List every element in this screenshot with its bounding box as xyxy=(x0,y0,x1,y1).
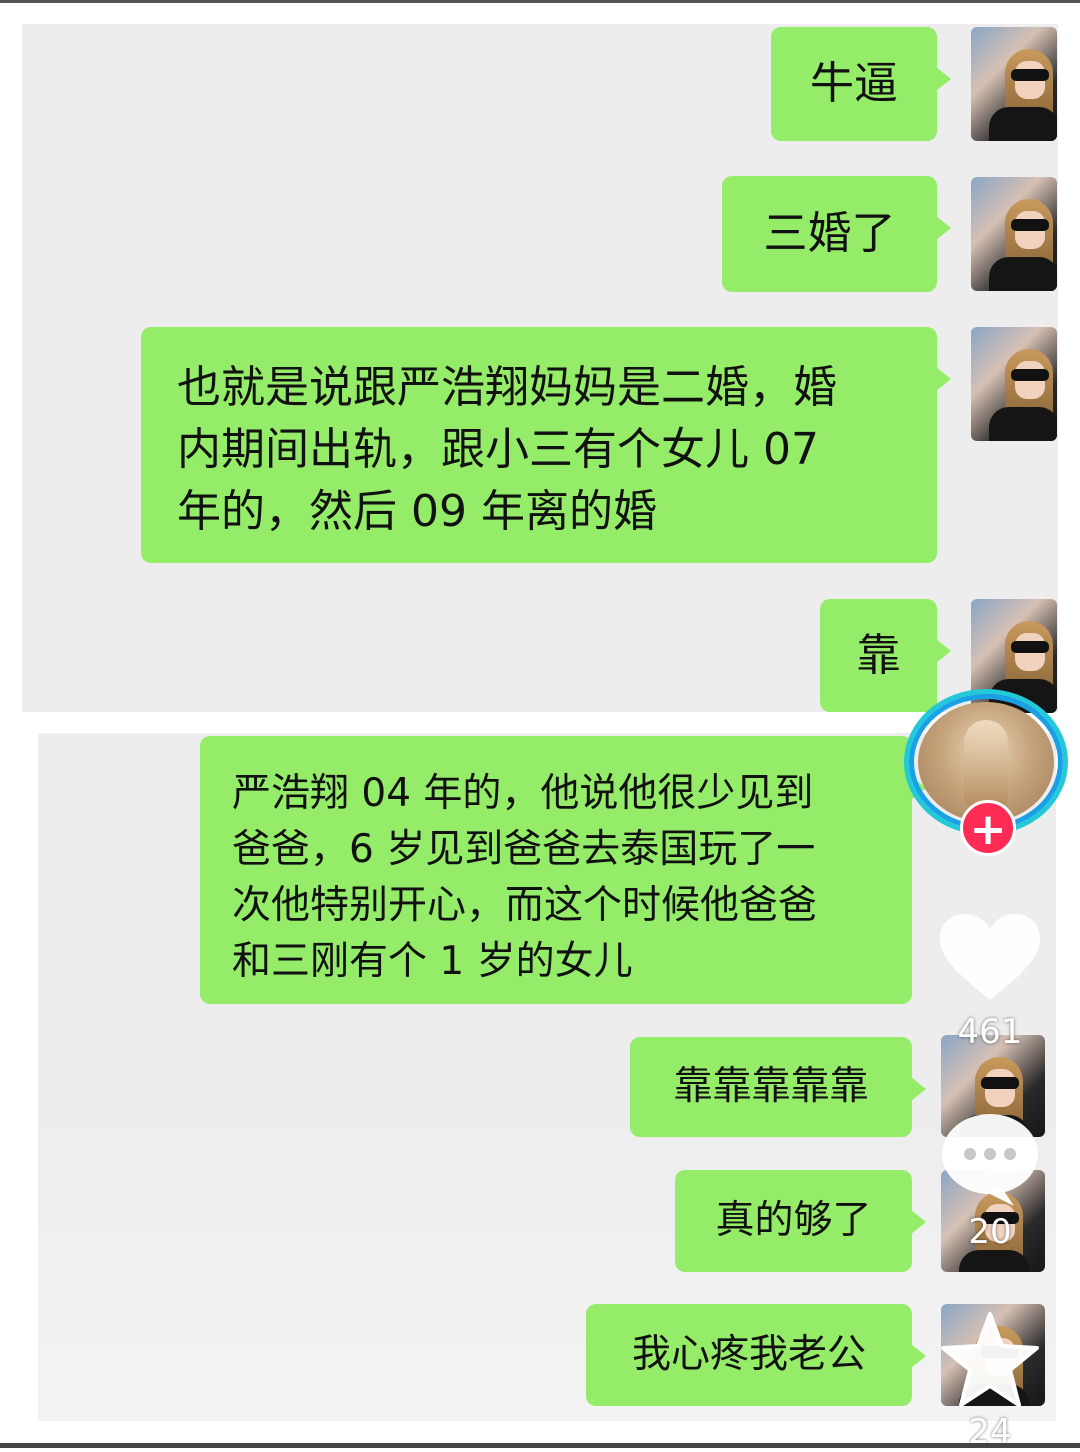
message-line: 次他特别开心，而这个时候他爸爸 xyxy=(232,883,818,928)
message-line: 爸爸，6 岁见到爸爸去泰国玩了一 xyxy=(232,827,816,872)
message-text: 靠 xyxy=(856,629,901,681)
message-bubble: 也就是说跟严浩翔妈妈是二婚，婚 内期间出轨，跟小三有个女儿 07 年的，然后 0… xyxy=(141,327,951,563)
message-line: 也就是说跟严浩翔妈妈是二婚，婚 xyxy=(177,362,837,413)
chat-screenshot-bottom: 严浩翔 04 年的，他说他很少见到 爸爸，6 岁见到爸爸去泰国玩了一 次他特别开… xyxy=(38,733,1056,1421)
avatar[interactable] xyxy=(971,327,1057,441)
plus-icon: + xyxy=(969,804,1007,855)
message-text: 牛逼 xyxy=(810,58,898,109)
message-bubble: 我心疼我老公 xyxy=(586,1304,926,1406)
message-bubble: 牛逼 xyxy=(771,27,951,141)
favorite-star-icon[interactable] xyxy=(938,1310,1042,1410)
message-line: 和三刚有个 1 岁的女儿 xyxy=(232,939,633,984)
comment-count: 20 xyxy=(968,1212,1012,1252)
avatar[interactable] xyxy=(971,27,1057,141)
message-line: 严浩翔 04 年的，他说他很少见到 xyxy=(232,771,814,816)
bottom-divider xyxy=(0,1443,1080,1448)
like-count: 461 xyxy=(957,1012,1023,1052)
message-line: 内期间出轨，跟小三有个女儿 07 xyxy=(177,424,819,475)
comment-icon[interactable] xyxy=(940,1112,1040,1208)
message-line: 年的，然后 09 年离的婚 xyxy=(177,486,657,537)
message-text: 真的够了 xyxy=(715,1198,872,1243)
message-bubble: 严浩翔 04 年的，他说他很少见到 爸爸，6 岁见到爸爸去泰国玩了一 次他特别开… xyxy=(200,736,926,1004)
chat-screenshot-top: 牛逼 三婚了 也就是说跟严浩翔妈妈是二婚，婚 内期间出轨，跟小三有个女儿 07 … xyxy=(22,24,1058,713)
message-bubble: 三婚了 xyxy=(722,176,951,292)
message-text: 靠靠靠靠靠 xyxy=(673,1064,869,1109)
message-text: 我心疼我老公 xyxy=(631,1332,866,1377)
top-divider xyxy=(0,0,1080,3)
follow-plus-button[interactable]: + xyxy=(960,800,1016,856)
message-bubble: 靠 xyxy=(820,599,951,712)
message-bubble: 靠靠靠靠靠 xyxy=(630,1037,926,1137)
message-text: 三婚了 xyxy=(763,208,896,259)
message-bubble: 真的够了 xyxy=(675,1170,926,1272)
avatar[interactable] xyxy=(971,177,1057,291)
like-heart-icon[interactable] xyxy=(938,912,1042,1004)
